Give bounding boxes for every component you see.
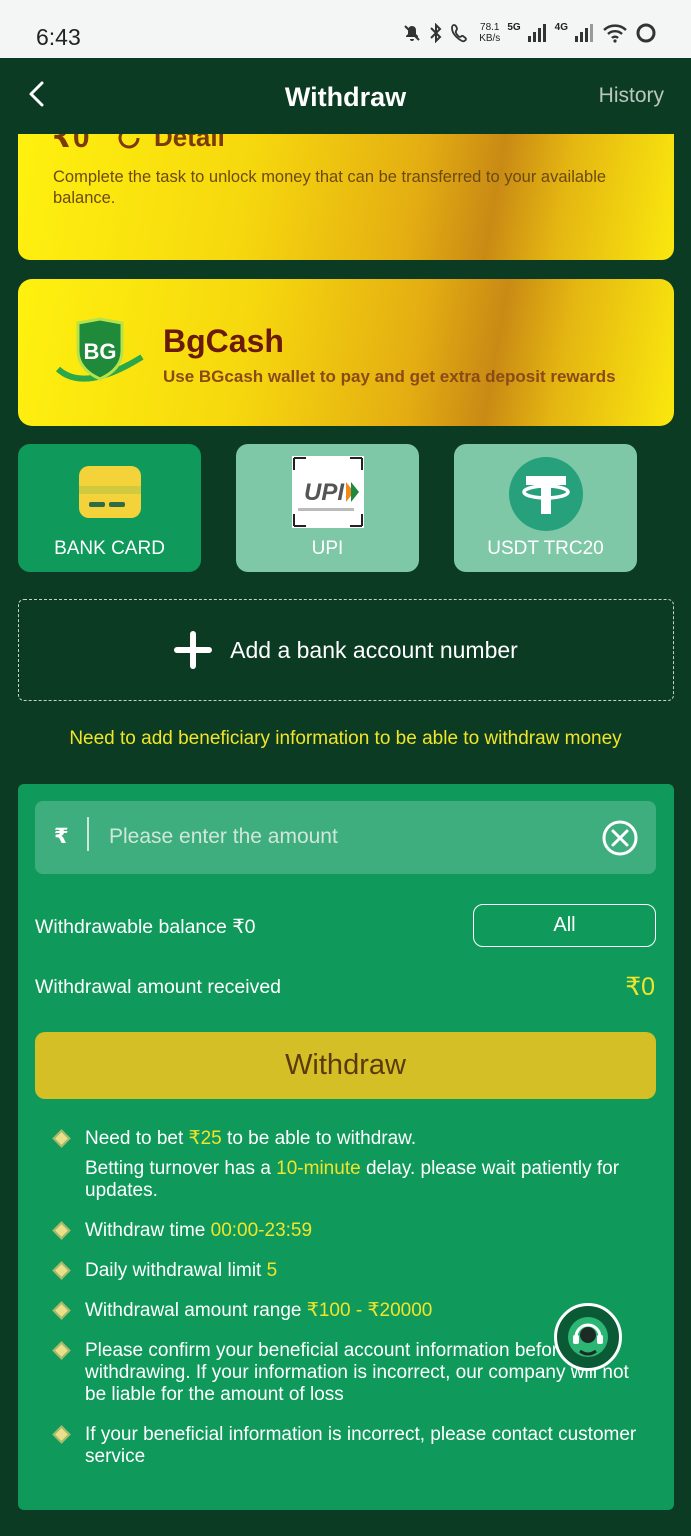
method-label: BANK CARD	[54, 538, 165, 559]
svg-text:UPI: UPI	[303, 479, 344, 506]
diamond-bullet-icon	[52, 1129, 71, 1148]
withdrawable-balance: Withdrawable balance ₹0	[35, 916, 256, 938]
bgcash-banner[interactable]: BG BgCash Use BGcash wallet to pay and g…	[18, 279, 674, 426]
customer-service-icon	[568, 1317, 608, 1357]
page-title: Withdraw	[284, 82, 407, 112]
field-divider	[87, 817, 89, 851]
mute-icon	[404, 25, 420, 41]
diamond-bullet-icon	[52, 1221, 71, 1240]
history-link[interactable]: History	[599, 84, 664, 108]
network-5g-label: 5G	[507, 21, 521, 33]
received-value: ₹0	[625, 973, 655, 1001]
battery-saver-icon	[636, 23, 656, 43]
wifi-icon	[603, 24, 627, 43]
beneficiary-note: Need to add beneficiary information to b…	[69, 728, 622, 749]
amount-input[interactable]	[109, 819, 579, 855]
network-4g-label: 4G	[554, 21, 568, 33]
task-detail-link[interactable]: Detail	[114, 134, 225, 153]
diamond-bullet-icon	[52, 1341, 71, 1360]
refresh-icon	[118, 134, 140, 148]
currency-symbol: ₹	[54, 825, 69, 848]
customer-service-button[interactable]	[554, 1303, 622, 1371]
rule-item: If your beneficial information is incorr…	[52, 1424, 653, 1468]
method-bank-card[interactable]: BANK CARD	[18, 444, 201, 572]
diamond-bullet-icon	[52, 1301, 71, 1320]
add-bank-label: Add a bank account number	[230, 636, 518, 663]
method-label: UPI	[311, 538, 344, 559]
signal-icon	[527, 24, 546, 42]
status-time: 6:43	[36, 24, 81, 50]
withdraw-rules: Need to bet ₹25 to be able to withdraw. …	[52, 1128, 653, 1486]
method-label: USDT TRC20	[487, 538, 604, 559]
method-usdt-trc20[interactable]: USDT TRC20	[454, 444, 637, 572]
bgcash-subtitle: Use BGcash wallet to pay and get extra d…	[163, 367, 616, 386]
diamond-bullet-icon	[52, 1261, 71, 1280]
bank-card-icon	[78, 466, 141, 518]
task-banner: ₹0 Detail Complete the task to unlock mo…	[18, 134, 674, 260]
diamond-bullet-icon	[52, 1425, 71, 1444]
add-bank-account-button[interactable]: Add a bank account number	[18, 599, 674, 701]
plus-icon	[174, 631, 213, 669]
call-icon	[451, 24, 468, 43]
signal-icon-2	[575, 24, 593, 42]
rule-item: Need to bet ₹25 to be able to withdraw. …	[52, 1128, 653, 1202]
withdraw-button[interactable]: Withdraw	[35, 1032, 656, 1099]
withdraw-panel: ₹ Withdrawable balance ₹0 All Withdrawal…	[18, 784, 674, 1510]
network-speed: 78.1 KB/s	[479, 22, 501, 44]
task-amount: ₹0	[52, 134, 90, 154]
bgcash-brand: BgCash	[163, 323, 284, 359]
bluetooth-icon	[430, 23, 442, 43]
rule-item: Withdraw time 00:00-23:59	[52, 1220, 653, 1242]
task-description: Complete the task to unlock money that c…	[53, 168, 607, 207]
amount-field: ₹	[35, 801, 656, 874]
app-header: Withdraw History	[0, 58, 691, 134]
detail-label: Detail	[154, 134, 225, 152]
bgcash-logo: BG	[55, 317, 144, 382]
all-button[interactable]: All	[473, 904, 656, 947]
status-bar: 6:43 78.1 KB/s 5G 4G	[0, 0, 691, 58]
method-upi[interactable]: UPI UPI	[236, 444, 419, 572]
rule-item: Daily withdrawal limit 5	[52, 1260, 653, 1282]
status-icons: 78.1 KB/s 5G 4G	[402, 22, 657, 44]
tether-icon	[508, 457, 583, 531]
upi-logo: UPI	[291, 456, 364, 528]
svg-text:BG: BG	[84, 339, 117, 364]
clear-icon[interactable]	[601, 819, 639, 857]
received-label: Withdrawal amount received	[35, 976, 282, 998]
